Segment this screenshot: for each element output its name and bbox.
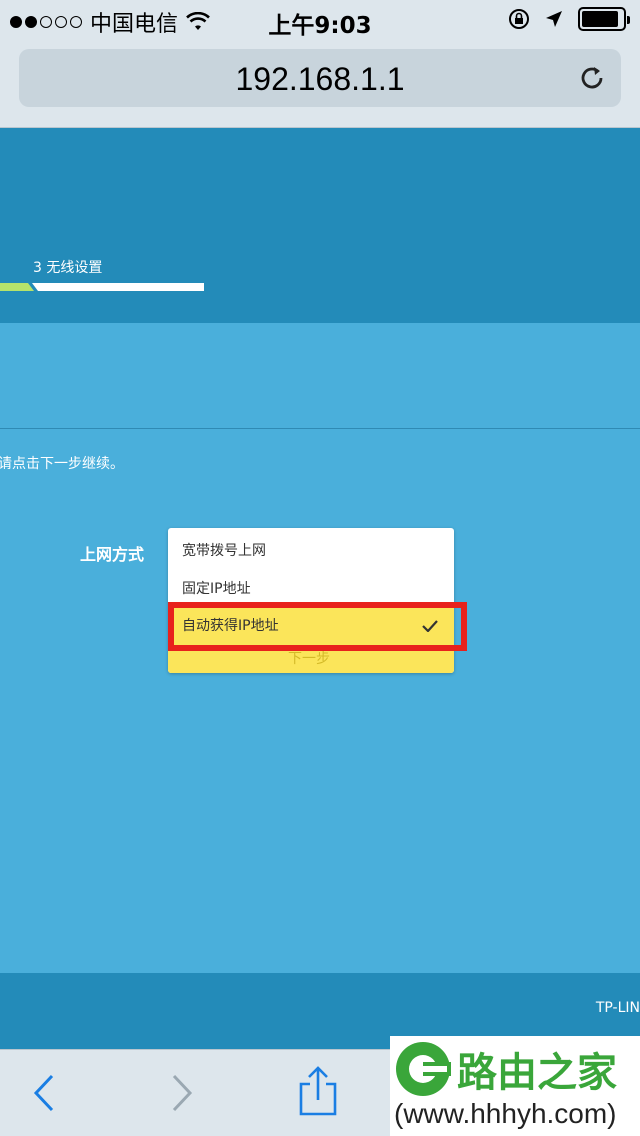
forward-chevron-icon[interactable] xyxy=(170,1072,196,1114)
section-divider xyxy=(0,428,640,429)
watermark-logo-icon xyxy=(396,1042,451,1096)
watermark: 路由之家 (www.hhhyh.com) xyxy=(390,1036,640,1136)
footer-brand: TP-LIN xyxy=(595,1000,640,1016)
share-icon[interactable] xyxy=(297,1064,339,1118)
address-bar[interactable]: 192.168.1.1 xyxy=(19,49,621,107)
watermark-title: 路由之家 xyxy=(457,1050,617,1096)
browser-address-area: 192.168.1.1 xyxy=(0,40,640,128)
wizard-progress-bar xyxy=(0,283,204,291)
instruction-text: 请点击下一步继续。 xyxy=(0,456,124,472)
battery-level xyxy=(582,11,618,27)
option-pppoe[interactable]: 宽带拨号上网 xyxy=(168,533,454,569)
wizard-header: 3 无线设置 xyxy=(0,128,640,323)
next-button-text: 下一步 xyxy=(288,651,330,667)
url-text: 192.168.1.1 xyxy=(235,61,405,97)
connection-type-label: 上网方式 xyxy=(80,545,145,564)
back-chevron-icon[interactable] xyxy=(30,1072,56,1114)
status-bar: 中国电信 上午9:03 xyxy=(0,0,640,40)
location-arrow-icon xyxy=(546,11,562,27)
connection-type-dropdown[interactable]: 宽带拨号上网 固定IP地址 自动获得IP地址 下一步 xyxy=(168,528,454,673)
wizard-step-label: 3 无线设置 xyxy=(33,260,103,276)
battery-icon xyxy=(578,7,630,31)
lock-rotation-icon xyxy=(509,9,529,29)
selection-highlight-box xyxy=(168,602,467,651)
watermark-url: (www.hhhyh.com) xyxy=(394,1098,617,1129)
reload-icon[interactable] xyxy=(577,63,607,93)
